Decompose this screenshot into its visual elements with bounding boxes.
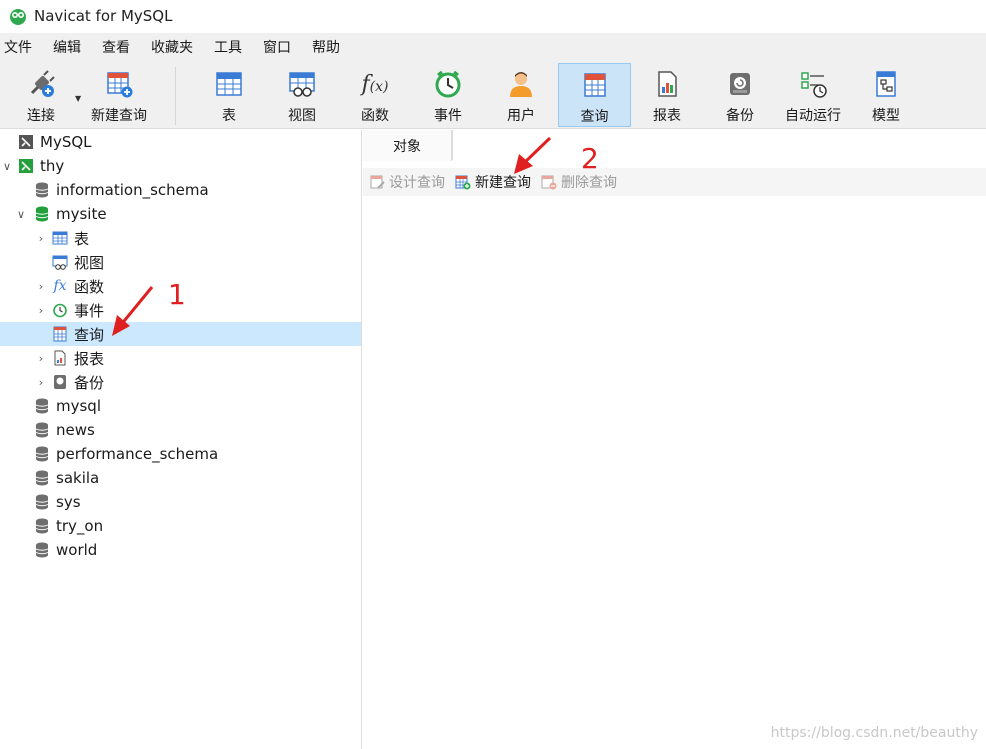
annotation-overlay [112,136,552,336]
watermark: https://blog.csdn.net/beauthy [770,725,978,741]
annotation-arrow-1 [112,286,154,336]
annotation-arrow-2 [514,136,552,174]
annotation-number-2: 2 [581,142,599,175]
annotation-number-1: 1 [168,278,186,311]
